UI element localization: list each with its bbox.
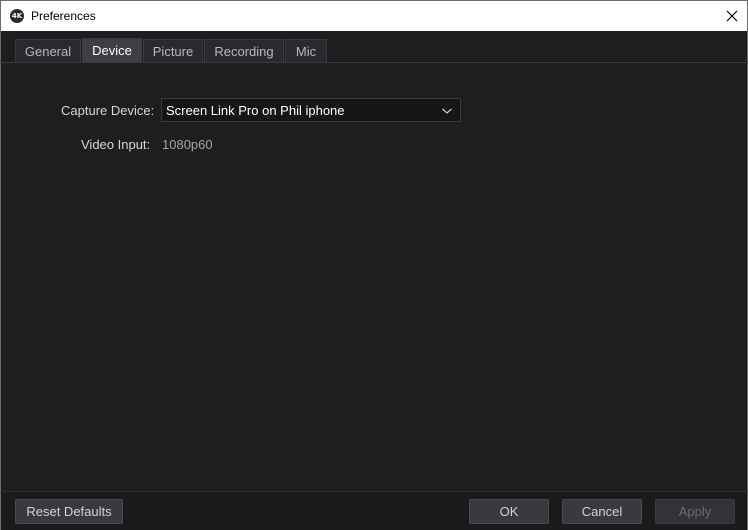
tab-bar: General Device Picture Recording Mic — [0, 31, 748, 63]
tab-recording[interactable]: Recording — [204, 39, 284, 62]
video-input-label: Video Input: — [81, 137, 151, 152]
tab-device[interactable]: Device — [82, 38, 142, 62]
capture-device-label: Capture Device: — [61, 103, 155, 118]
title-bar: 4K Preferences — [0, 0, 748, 31]
app-logo-icon: 4K — [10, 9, 24, 23]
apply-button[interactable]: Apply — [655, 499, 735, 524]
tab-picture[interactable]: Picture — [143, 39, 203, 62]
chevron-down-icon — [442, 108, 452, 114]
ok-button[interactable]: OK — [469, 499, 549, 524]
device-panel: Capture Device: Screen Link Pro on Phil … — [0, 63, 748, 491]
tab-mic[interactable]: Mic — [285, 39, 327, 62]
capture-device-select[interactable]: Screen Link Pro on Phil iphone — [161, 98, 461, 122]
capture-device-value: Screen Link Pro on Phil iphone — [166, 102, 345, 118]
close-icon — [726, 10, 738, 22]
window-title: Preferences — [31, 9, 96, 23]
cancel-button[interactable]: Cancel — [562, 499, 642, 524]
tab-general[interactable]: General — [15, 39, 81, 62]
video-input-value: 1080p60 — [162, 137, 213, 152]
tab-list: General Device Picture Recording Mic — [15, 38, 328, 62]
dialog-footer: Reset Defaults OK Cancel Apply — [0, 491, 748, 530]
reset-defaults-button[interactable]: Reset Defaults — [15, 499, 123, 524]
close-button[interactable] — [717, 1, 747, 31]
